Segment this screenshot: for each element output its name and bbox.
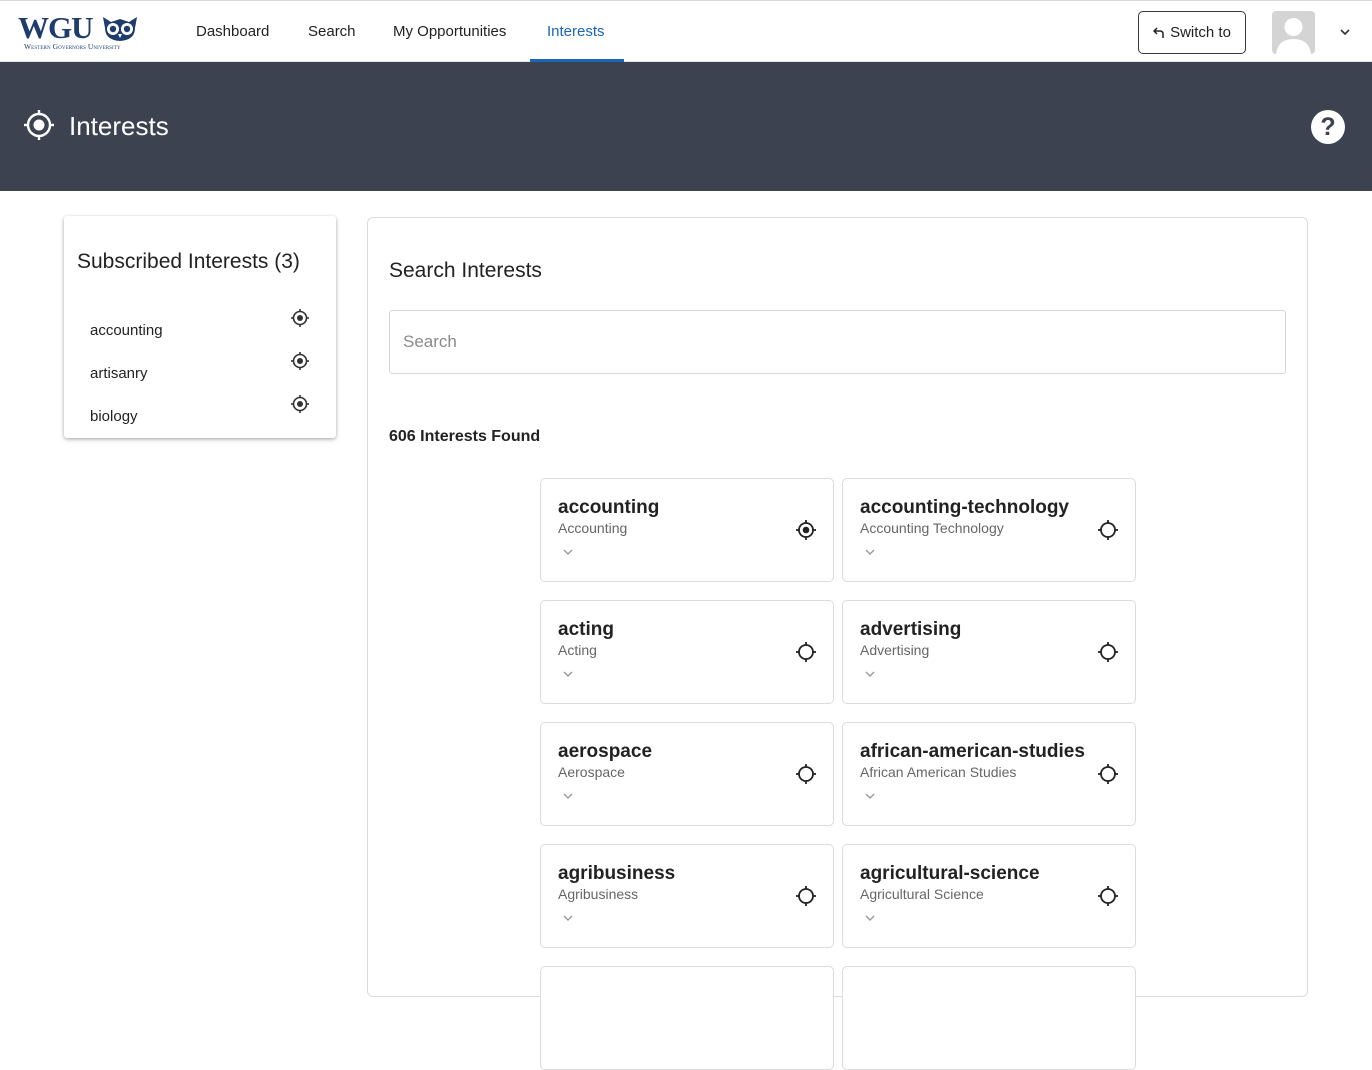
interest-name: aerospace (558, 741, 653, 762)
chevron-down-icon[interactable] (561, 791, 575, 801)
subscribed-title: Subscribed Interests (3) (77, 250, 300, 273)
target-outline-icon[interactable] (795, 641, 817, 663)
interest-card[interactable]: accounting-technology Accounting Technol… (842, 478, 1136, 582)
subscribed-interests-card: Subscribed Interests (3) accounting arti… (64, 216, 336, 438)
interest-name: accounting-technology (860, 497, 1069, 518)
switch-to-button[interactable]: Switch to (1138, 11, 1246, 54)
search-interests-title: Search Interests (389, 259, 542, 282)
target-outline-icon[interactable] (795, 763, 817, 785)
interest-card[interactable]: accounting Accounting (540, 478, 834, 582)
interest-name: accounting (558, 497, 660, 518)
top-nav: WGU Western Governors University Dashboa… (0, 0, 1372, 62)
avatar-silhouette (1276, 18, 1311, 54)
interest-label: Advertising (860, 642, 930, 658)
interest-label: Agribusiness (558, 886, 639, 902)
subscribed-item[interactable]: biology (90, 408, 138, 425)
target-outline-icon[interactable] (1097, 519, 1119, 541)
interest-card[interactable] (540, 966, 834, 1070)
results-count: 606 Interests Found (389, 428, 541, 445)
interest-card[interactable]: african-american-studies African America… (842, 722, 1136, 826)
interest-label: Aerospace (558, 764, 625, 780)
chevron-down-icon[interactable] (863, 669, 877, 679)
interest-card[interactable] (842, 966, 1136, 1070)
nav-search[interactable]: Search (308, 1, 356, 63)
chevron-down-icon[interactable] (863, 913, 877, 923)
subscribed-item[interactable]: artisanry (90, 365, 148, 382)
nav-interests[interactable]: Interests (547, 1, 605, 63)
interest-label: African American Studies (860, 764, 1017, 780)
chevron-down-icon[interactable] (561, 913, 575, 923)
interest-name: advertising (860, 619, 962, 640)
interest-name: agribusiness (558, 863, 676, 884)
interest-label: Accounting Technology (860, 520, 1004, 536)
user-avatar-icon[interactable] (1272, 11, 1315, 54)
search-input[interactable] (389, 310, 1286, 374)
chevron-down-icon[interactable] (863, 547, 877, 557)
logo-wordmark: WGU (18, 10, 93, 45)
page-header (0, 62, 1372, 191)
interest-card[interactable]: agricultural-science Agricultural Scienc… (842, 844, 1136, 948)
chevron-down-icon[interactable] (863, 791, 877, 801)
chevron-down-icon[interactable] (1338, 25, 1352, 39)
target-filled-icon[interactable] (290, 394, 310, 414)
owl-icon (103, 17, 137, 41)
target-icon (24, 110, 54, 140)
nav-dashboard[interactable]: Dashboard (196, 1, 269, 63)
target-outline-icon[interactable] (1097, 641, 1119, 663)
target-filled-icon[interactable] (795, 519, 817, 541)
interest-name: acting (558, 619, 614, 640)
help-icon[interactable]: ? (1311, 110, 1345, 144)
interest-card[interactable]: acting Acting (540, 600, 834, 704)
interest-card[interactable]: aerospace Aerospace (540, 722, 834, 826)
target-outline-icon[interactable] (1097, 885, 1119, 907)
chevron-down-icon[interactable] (561, 669, 575, 679)
wgu-logo[interactable]: WGU Western Governors University (18, 12, 140, 52)
chevron-down-icon[interactable] (561, 547, 575, 557)
interest-card[interactable]: agribusiness Agribusiness (540, 844, 834, 948)
target-filled-icon[interactable] (290, 351, 310, 371)
interest-name: african-american-studies (860, 741, 1085, 762)
switch-to-label: Switch to (1170, 24, 1231, 41)
logo-subtitle: Western Governors University (24, 42, 121, 51)
target-filled-icon[interactable] (290, 308, 310, 328)
subscribed-item[interactable]: accounting (90, 322, 163, 339)
interest-label: Acting (558, 642, 597, 658)
interest-label: Agricultural Science (860, 886, 984, 902)
target-outline-icon[interactable] (1097, 763, 1119, 785)
page-title: Interests (69, 111, 169, 141)
nav-my-opportunities[interactable]: My Opportunities (393, 1, 506, 63)
interest-label: Accounting (558, 520, 628, 536)
return-arrow-icon (1153, 26, 1164, 38)
interest-card[interactable]: advertising Advertising (842, 600, 1136, 704)
target-outline-icon[interactable] (795, 885, 817, 907)
interest-name: agricultural-science (860, 863, 1040, 884)
